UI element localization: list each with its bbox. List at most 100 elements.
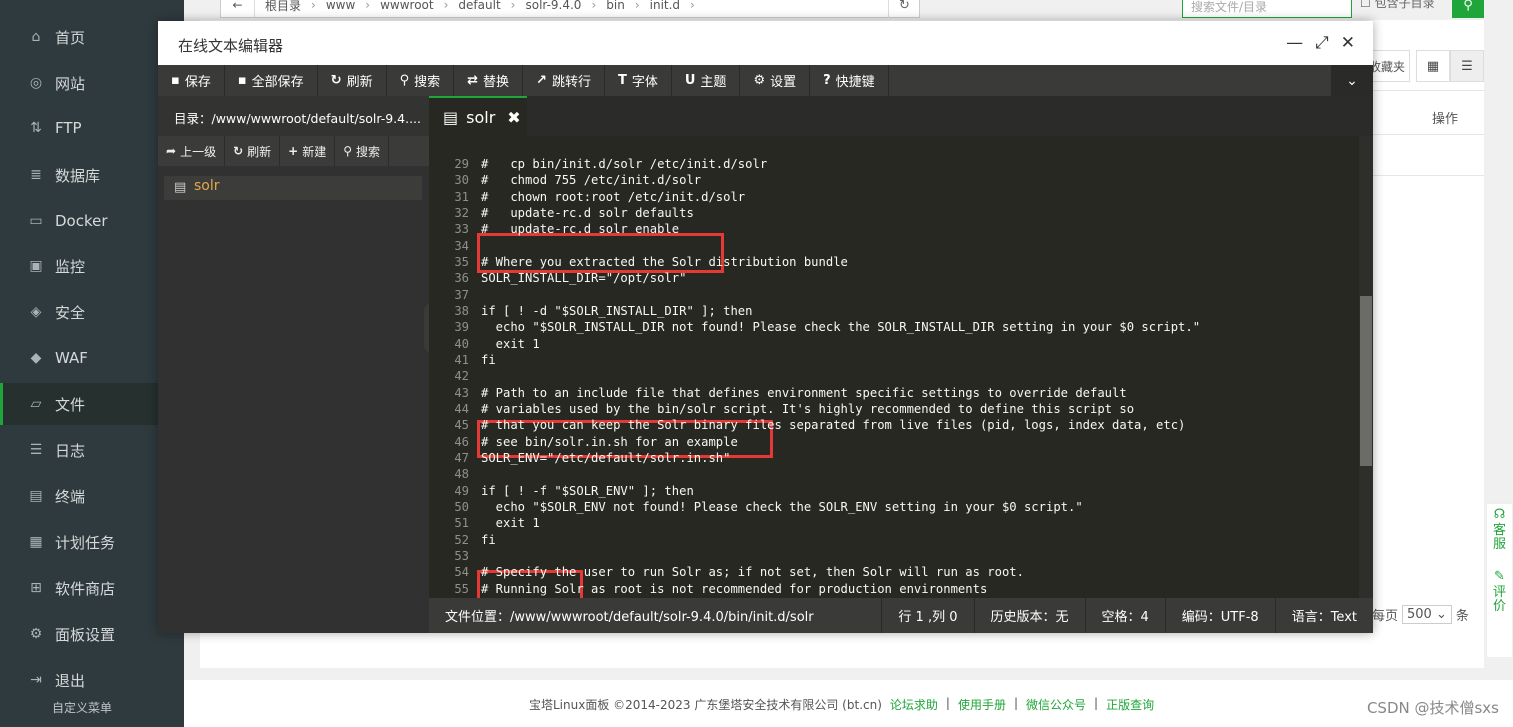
language-mode[interactable]: 语言：Text: [1274, 598, 1373, 633]
breadcrumb-item[interactable]: init.d: [640, 0, 690, 12]
search-file-input[interactable]: 搜索文件/目录: [1182, 0, 1352, 18]
code-line[interactable]: # see bin/solr.in.sh for an example: [481, 434, 738, 450]
sidebar-item-5[interactable]: ▣ 监控: [0, 245, 184, 287]
code-line[interactable]: echo "$SOLR_INSTALL_DIR not found! Pleas…: [481, 319, 1200, 335]
per-page-unit: 条: [1455, 609, 1469, 624]
tree-tool-button[interactable]: ↻ 刷新: [225, 136, 281, 166]
sidebar-item-6[interactable]: ◈ 安全: [0, 291, 184, 333]
file-item-solr[interactable]: ▤ solr: [164, 176, 422, 200]
path-bar[interactable]: ← 根目录 › www › wwwroot › default › solr-9.4.0 › bin…: [220, 0, 920, 18]
close-icon[interactable]: ✕: [1341, 33, 1355, 53]
sidebar-item-9[interactable]: ☰ 日志: [0, 429, 184, 471]
code-line[interactable]: # update-rc.d solr enable: [481, 221, 679, 237]
scrollbar-thumb[interactable]: [1360, 296, 1372, 466]
sidebar-item-11[interactable]: ▦ 计划任务: [0, 521, 184, 563]
code-line[interactable]: # chmod 755 /etc/init.d/solr: [481, 172, 701, 188]
minimize-icon[interactable]: —: [1286, 33, 1303, 53]
license-link[interactable]: 正版查询: [1106, 696, 1154, 713]
code-line[interactable]: SOLR_ENV="/etc/default/solr.in.sh": [481, 450, 730, 466]
code-line[interactable]: # chown root:root /etc/init.d/solr: [481, 189, 745, 205]
directory-path: 目录：/www/wwwroot/default/solr-9.4....: [158, 96, 429, 136]
toolbar-button-8[interactable]: ⚙ 设置: [740, 65, 811, 96]
toolbar-button-9[interactable]: ? 快捷键: [810, 65, 889, 96]
divider: [1368, 175, 1484, 176]
favorites-button[interactable]: 收藏夹: [1368, 50, 1410, 82]
forum-link[interactable]: 论坛求助: [890, 696, 938, 713]
cursor-position[interactable]: 行 1 ,列 0: [881, 598, 973, 633]
encoding[interactable]: 编码：UTF-8: [1164, 598, 1275, 633]
tree-tool-button[interactable]: ➦ 上一级: [158, 136, 226, 166]
sidebar-item-0[interactable]: ⌂ 首页: [0, 16, 184, 58]
toolbar-button-4[interactable]: ⇄ 替换: [454, 65, 524, 96]
close-tab-icon[interactable]: ✖: [507, 108, 520, 127]
breadcrumb-item[interactable]: default: [448, 0, 510, 12]
toolbar-button-5[interactable]: ↗ 跳转行: [523, 65, 605, 96]
line-number: 33: [454, 222, 469, 237]
wechat-link[interactable]: 微信公众号: [1026, 696, 1086, 713]
code-line[interactable]: # Running Solr as root is not recommende…: [481, 581, 987, 597]
code-line[interactable]: # variables used by the bin/solr script.…: [481, 401, 1134, 417]
sidebar-item-3[interactable]: ≣ 数据库: [0, 154, 184, 196]
custom-menu[interactable]: 自定义菜单: [52, 699, 112, 716]
sidebar-item-14[interactable]: ⇥ 退出: [0, 659, 184, 701]
code-line[interactable]: # cp bin/init.d/solr /etc/init.d/solr: [481, 156, 767, 172]
scrollbar[interactable]: [1359, 136, 1373, 598]
service-label[interactable]: 客服: [1493, 524, 1507, 552]
sidebar-item-8[interactable]: ▱ 文件: [0, 383, 184, 425]
code-line[interactable]: exit 1: [481, 515, 540, 531]
sidebar-item-2[interactable]: ⇅ FTP: [0, 107, 184, 149]
code-line[interactable]: # update-rc.d solr defaults: [481, 205, 694, 221]
code-line[interactable]: if [ ! -f "$SOLR_ENV" ]; then: [481, 483, 694, 499]
tab-solr[interactable]: ▤ solr ✖: [429, 96, 527, 136]
chevron-down-icon[interactable]: ⌄: [1331, 65, 1373, 96]
toolbar-button-2[interactable]: ↻ 刷新: [318, 65, 387, 96]
code-line[interactable]: # that you can keep the Solr binary file…: [481, 417, 1185, 433]
breadcrumb-item[interactable]: bin: [596, 0, 635, 12]
code-line[interactable]: echo "$SOLR_ENV not found! Please check …: [481, 499, 1083, 515]
breadcrumb-item[interactable]: solr-9.4.0: [515, 0, 591, 12]
tree-tool-button[interactable]: ⚲ 搜索: [335, 136, 390, 166]
sidebar-item-7[interactable]: ◆ WAF: [0, 337, 184, 379]
code-editor[interactable]: 29 # cp bin/init.d/solr /etc/init.d/solr 3…: [429, 136, 1373, 598]
grid-view-icon[interactable]: ▦: [1416, 50, 1450, 82]
maximize-icon[interactable]: ⤢: [1315, 33, 1329, 53]
breadcrumb-item[interactable]: www: [316, 0, 365, 12]
toolbar-button-1[interactable]: ▪ 全部保存: [225, 65, 318, 96]
code-line[interactable]: fi: [481, 532, 496, 548]
line-number: 55: [454, 581, 469, 596]
code-line[interactable]: exit 1: [481, 336, 540, 352]
sidebar-item-13[interactable]: ⚙ 面板设置: [0, 613, 184, 655]
breadcrumb-item[interactable]: wwwroot: [370, 0, 444, 12]
refresh-path-icon[interactable]: ↻: [888, 0, 920, 18]
indent-setting[interactable]: 空格：4: [1084, 598, 1165, 633]
code-line[interactable]: if [ ! -d "$SOLR_INSTALL_DIR" ]; then: [481, 303, 753, 319]
settings-icon: ⚙: [29, 626, 43, 642]
toolbar-button-7[interactable]: U 主题: [672, 65, 741, 96]
review-label[interactable]: 评价: [1493, 586, 1507, 614]
breadcrumb-item[interactable]: 根目录: [255, 0, 311, 14]
code-line[interactable]: SOLR_INSTALL_DIR="/opt/solr": [481, 270, 686, 286]
search-button[interactable]: ⚲: [1452, 0, 1484, 18]
include-subdir-checkbox[interactable]: ☐ 包含子目录: [1360, 0, 1435, 11]
sidebar-item-10[interactable]: ▤ 终端: [0, 475, 184, 517]
code-line[interactable]: # Path to an include file that defines e…: [481, 385, 1127, 401]
toolbar-button-3[interactable]: ⚲ 搜索: [387, 65, 455, 96]
code-line[interactable]: fi: [481, 352, 496, 368]
code-line[interactable]: # Specify the user to run Solr as; if no…: [481, 564, 1024, 580]
back-arrow-icon[interactable]: ←: [221, 0, 255, 17]
sidebar-item-1[interactable]: ◎ 网站: [0, 62, 184, 104]
sidebar-item-12[interactable]: ⊞ 软件商店: [0, 567, 184, 609]
code-line[interactable]: # Where you extracted the Solr distribut…: [481, 254, 848, 270]
history-version[interactable]: 历史版本：无: [973, 598, 1085, 633]
toolbar-button-6[interactable]: T 字体: [605, 65, 672, 96]
sidebar-item-4[interactable]: ▭ Docker: [0, 200, 184, 242]
divider: [1368, 134, 1484, 135]
manual-link[interactable]: 使用手册: [958, 696, 1006, 713]
list-view-icon[interactable]: ☰: [1450, 50, 1484, 82]
line-number: 38: [454, 303, 469, 318]
toolbar-button-0[interactable]: ▪ 保存: [158, 65, 225, 96]
sidebar-item-label: 网站: [55, 74, 86, 93]
tree-tool-button[interactable]: + 新建: [280, 136, 336, 166]
feedback-widget[interactable]: ☊ 客服 ✎ 评价: [1486, 503, 1513, 658]
page-size-select[interactable]: 500 ⌄: [1402, 605, 1452, 624]
